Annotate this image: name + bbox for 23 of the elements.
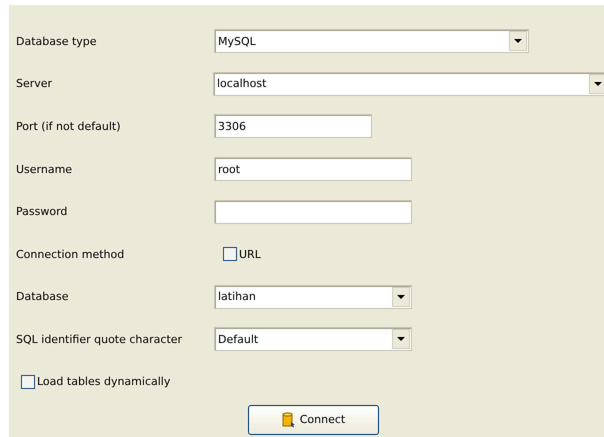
field-label: Database (15, 290, 70, 304)
field-label: SQL identifier quote character (15, 332, 184, 346)
dropdown[interactable]: Default (214, 327, 412, 352)
dropdown[interactable]: latihan (214, 284, 412, 309)
input-field[interactable]: 3306 (214, 114, 372, 138)
dropdown[interactable]: localhost (213, 72, 604, 96)
dropdown[interactable]: MySQL (214, 29, 529, 54)
database-icon (282, 412, 296, 428)
input-field[interactable]: root (214, 157, 412, 182)
field-label: Username (15, 162, 74, 176)
dropdown-arrow-icon (514, 39, 522, 44)
field-label: Port (if not default) (15, 120, 122, 133)
dropdown-arrow-icon (397, 294, 405, 299)
dropdown-arrow-icon (594, 82, 602, 86)
field-label: Server (15, 77, 54, 90)
field-label: Database type (15, 34, 98, 48)
load-tables-checkbox[interactable]: Load tables dynamically (21, 374, 170, 389)
dropdown-arrow-icon (397, 337, 405, 342)
password-field[interactable] (214, 200, 412, 224)
field-label: Connection method (15, 248, 126, 261)
field-label: Password (15, 205, 68, 218)
url-checkbox[interactable]: URL (223, 247, 261, 262)
connect-button[interactable]: Connect (248, 404, 379, 435)
